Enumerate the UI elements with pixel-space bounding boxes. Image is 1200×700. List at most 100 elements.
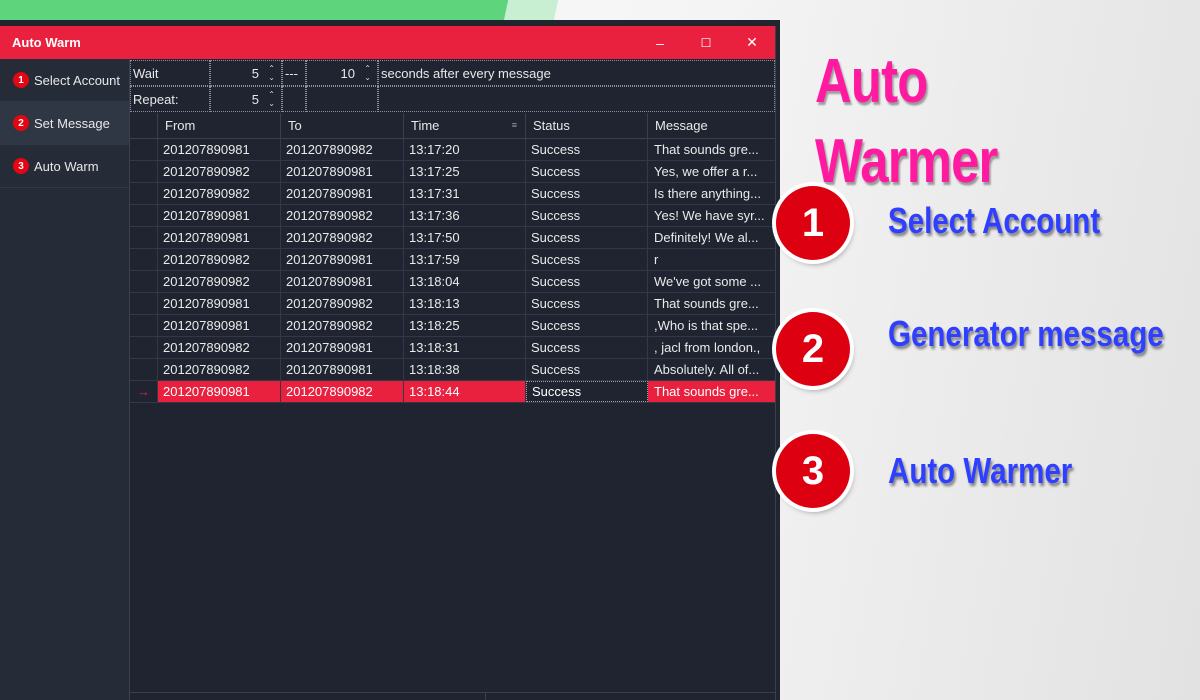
- cell-message[interactable]: Yes! We have syr...: [648, 205, 774, 226]
- cell-from[interactable]: 201207890982: [158, 337, 281, 358]
- cell-to[interactable]: 201207890981: [281, 161, 404, 182]
- cell-message[interactable]: That sounds gre...: [648, 139, 774, 160]
- spin-arrows-icon[interactable]: ⌃ ⌄: [268, 64, 275, 82]
- cell-time[interactable]: 13:18:31: [404, 337, 526, 358]
- close-button[interactable]: ✕: [729, 26, 775, 59]
- column-header-status[interactable]: Status: [526, 113, 648, 138]
- cell-time[interactable]: 13:18:04: [404, 271, 526, 292]
- cell-status[interactable]: Success: [526, 293, 648, 314]
- minimize-button[interactable]: –: [637, 26, 683, 59]
- table-row[interactable]: 201207890982 201207890981 13:18:31 Success,…: [130, 337, 775, 359]
- cell-time[interactable]: 13:17:50: [404, 227, 526, 248]
- column-header-message[interactable]: Message: [648, 113, 774, 138]
- cell-time[interactable]: 13:17:20: [404, 139, 526, 160]
- cell-message[interactable]: Is there anything...: [648, 183, 774, 204]
- table-row[interactable]: 201207890981 201207890982 13:18:25 Success,…: [130, 315, 775, 337]
- cell-time[interactable]: 13:17:25: [404, 161, 526, 182]
- cell-from[interactable]: 201207890981: [158, 293, 281, 314]
- row-indicator[interactable]: →: [130, 381, 158, 402]
- cell-to[interactable]: 201207890982: [281, 381, 404, 402]
- cell-message[interactable]: Absolutely. All of...: [648, 359, 774, 380]
- column-header-from[interactable]: From: [158, 113, 281, 138]
- sidebar-item-set-message[interactable]: 2 Set Message: [0, 102, 129, 145]
- cell-from[interactable]: 201207890982: [158, 271, 281, 292]
- row-indicator[interactable]: [130, 359, 158, 380]
- column-header-to[interactable]: To: [281, 113, 404, 138]
- table-row[interactable]: → 201207890981 201207890982 13:18:44 Success…: [130, 381, 775, 403]
- cell-status[interactable]: Success: [526, 249, 648, 270]
- row-indicator[interactable]: [130, 227, 158, 248]
- row-indicator[interactable]: [130, 315, 158, 336]
- cell-to[interactable]: 201207890982: [281, 139, 404, 160]
- row-indicator[interactable]: [130, 139, 158, 160]
- cell-from[interactable]: 201207890982: [158, 161, 281, 182]
- table-row[interactable]: 201207890982 201207890981 13:17:59 Success r: [130, 249, 775, 271]
- row-indicator[interactable]: [130, 293, 158, 314]
- table-row[interactable]: 201207890981 201207890982 13:18:13 Success T…: [130, 293, 775, 315]
- cell-time[interactable]: 13:17:59: [404, 249, 526, 270]
- spin-arrows-icon[interactable]: ⌃ ⌄: [268, 90, 275, 108]
- cell-time[interactable]: 13:18:44: [404, 381, 526, 402]
- cell-message[interactable]: Yes, we offer a r...: [648, 161, 774, 182]
- cell-to[interactable]: 201207890982: [281, 293, 404, 314]
- horizontal-scrollbar[interactable]: [130, 692, 775, 700]
- row-indicator[interactable]: [130, 183, 158, 204]
- row-indicator[interactable]: [130, 161, 158, 182]
- cell-time[interactable]: 13:17:36: [404, 205, 526, 226]
- row-indicator[interactable]: [130, 271, 158, 292]
- cell-to[interactable]: 201207890981: [281, 271, 404, 292]
- cell-status[interactable]: Success: [526, 315, 648, 336]
- cell-to[interactable]: 201207890981: [281, 183, 404, 204]
- table-row[interactable]: 201207890982 201207890981 13:18:04 Success W…: [130, 271, 775, 293]
- cell-status[interactable]: Success: [526, 183, 648, 204]
- table-row[interactable]: 201207890982 201207890981 13:17:25 Success Y…: [130, 161, 775, 183]
- cell-status[interactable]: Success: [526, 161, 648, 182]
- cell-to[interactable]: 201207890982: [281, 227, 404, 248]
- cell-from[interactable]: 201207890981: [158, 205, 281, 226]
- cell-time[interactable]: 13:17:31: [404, 183, 526, 204]
- cell-time[interactable]: 13:18:13: [404, 293, 526, 314]
- wait-max-stepper[interactable]: 10 ⌃ ⌄: [306, 60, 378, 86]
- table-row[interactable]: 201207890982 201207890981 13:18:38 Success A…: [130, 359, 775, 381]
- cell-message[interactable]: Definitely! We al...: [648, 227, 774, 248]
- row-indicator[interactable]: [130, 249, 158, 270]
- cell-status[interactable]: Success: [526, 205, 648, 226]
- cell-from[interactable]: 201207890981: [158, 381, 281, 402]
- cell-from[interactable]: 201207890982: [158, 249, 281, 270]
- sidebar-item-auto-warm[interactable]: 3 Auto Warm: [0, 145, 129, 188]
- cell-time[interactable]: 13:18:38: [404, 359, 526, 380]
- cell-status[interactable]: Success: [526, 227, 648, 248]
- cell-message[interactable]: r: [648, 249, 774, 270]
- cell-from[interactable]: 201207890981: [158, 315, 281, 336]
- spin-arrows-icon[interactable]: ⌃ ⌄: [364, 64, 371, 82]
- cell-to[interactable]: 201207890982: [281, 205, 404, 226]
- cell-message[interactable]: That sounds gre...: [648, 381, 774, 402]
- wait-min-stepper[interactable]: 5 ⌃ ⌄: [210, 60, 282, 86]
- title-bar[interactable]: Auto Warm – ☐ ✕: [0, 26, 775, 59]
- cell-status[interactable]: Success: [526, 359, 648, 380]
- cell-status[interactable]: Success: [526, 381, 648, 402]
- cell-message[interactable]: ,Who is that spe...: [648, 315, 774, 336]
- cell-message[interactable]: We've got some ...: [648, 271, 774, 292]
- table-row[interactable]: 201207890981 201207890982 13:17:50 Success D…: [130, 227, 775, 249]
- row-indicator[interactable]: [130, 337, 158, 358]
- cell-from[interactable]: 201207890982: [158, 359, 281, 380]
- cell-from[interactable]: 201207890981: [158, 227, 281, 248]
- cell-status[interactable]: Success: [526, 139, 648, 160]
- cell-status[interactable]: Success: [526, 271, 648, 292]
- column-header-time[interactable]: Time ≡: [404, 113, 526, 138]
- scrollbar-track[interactable]: [130, 693, 486, 700]
- cell-message[interactable]: That sounds gre...: [648, 293, 774, 314]
- cell-from[interactable]: 201207890982: [158, 183, 281, 204]
- maximize-button[interactable]: ☐: [683, 26, 729, 59]
- cell-to[interactable]: 201207890982: [281, 315, 404, 336]
- table-row[interactable]: 201207890981 201207890982 13:17:20 Success T…: [130, 139, 775, 161]
- cell-to[interactable]: 201207890981: [281, 359, 404, 380]
- cell-message[interactable]: , jacl from london.,: [648, 337, 774, 358]
- cell-to[interactable]: 201207890981: [281, 337, 404, 358]
- cell-from[interactable]: 201207890981: [158, 139, 281, 160]
- table-row[interactable]: 201207890982 201207890981 13:17:31 Success I…: [130, 183, 775, 205]
- repeat-stepper[interactable]: 5 ⌃ ⌄: [210, 86, 282, 112]
- cell-time[interactable]: 13:18:25: [404, 315, 526, 336]
- row-indicator[interactable]: [130, 205, 158, 226]
